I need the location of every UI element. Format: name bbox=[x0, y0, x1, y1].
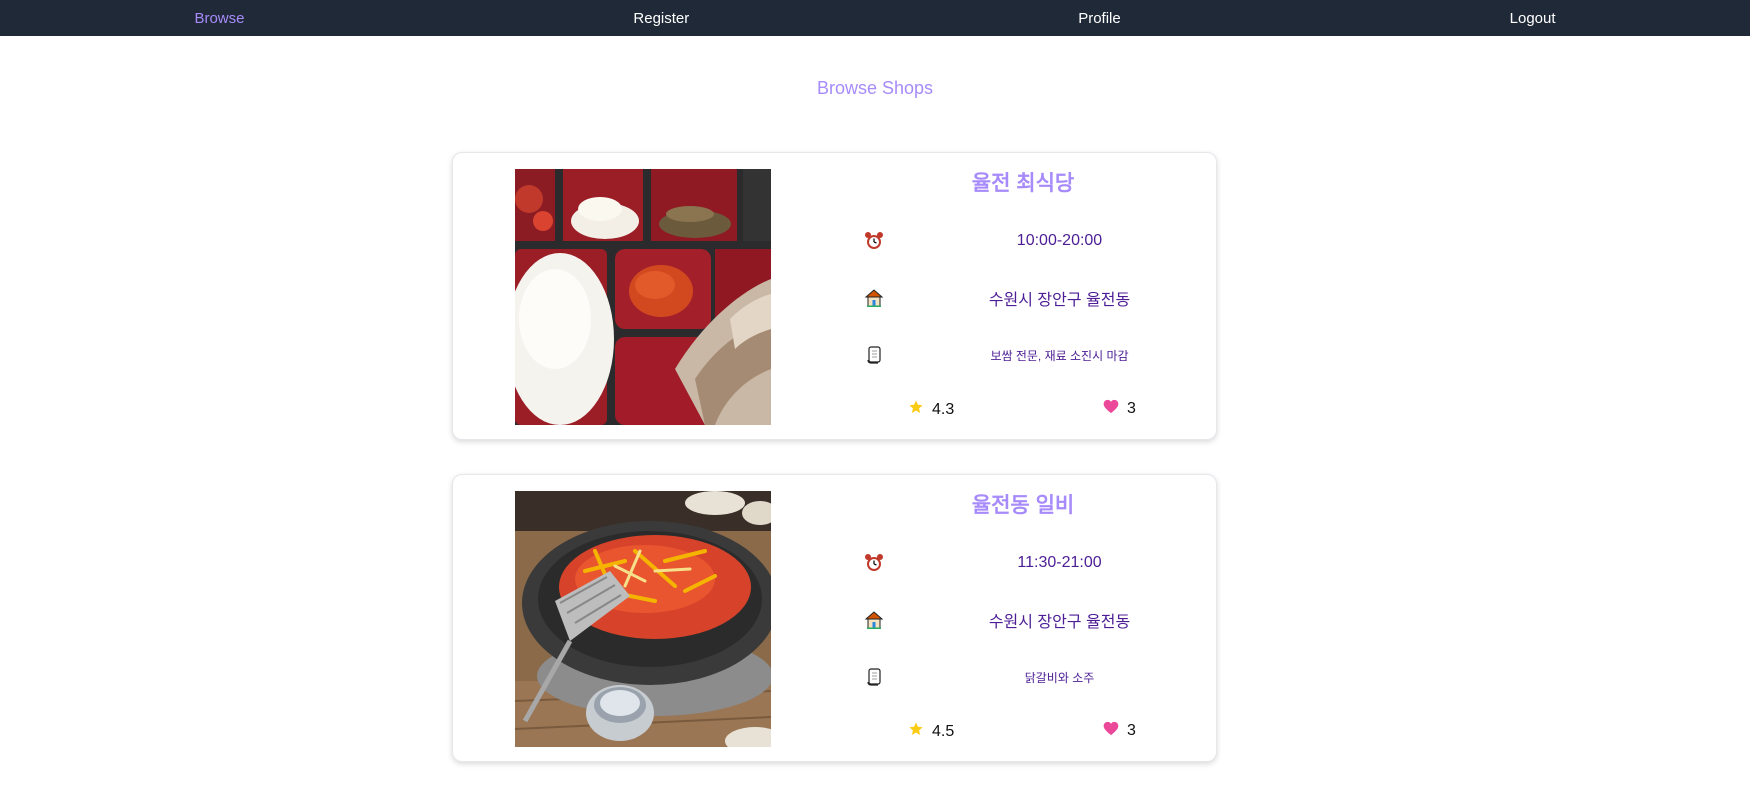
shop-info: 율전 최식당 10:00-20:00 수원시 장안구 율전동 보쌈 전문, 재료… bbox=[853, 153, 1193, 439]
shop-description-row: 닭갈비와 소주 bbox=[853, 665, 1193, 689]
nav-logout-link[interactable]: Logout bbox=[1510, 10, 1556, 27]
shop-description: 보쌈 전문, 재료 소진시 마감 bbox=[990, 348, 1129, 363]
shop-hours-row: 10:00-20:00 bbox=[853, 229, 1193, 253]
nav-browse-link[interactable]: Browse bbox=[194, 10, 244, 27]
shop-likes[interactable]: 3 bbox=[1103, 399, 1136, 419]
house-icon bbox=[862, 608, 886, 632]
shop-rating: 4.3 bbox=[908, 399, 954, 420]
likes-count: 3 bbox=[1127, 722, 1136, 739]
star-icon bbox=[908, 721, 924, 742]
shop-card[interactable]: 율전동 일비 11:30-21:00 수원시 장안구 율전동 닭갈비와 소주 4… bbox=[452, 474, 1217, 762]
likes-count: 3 bbox=[1127, 400, 1136, 417]
alarm-clock-icon bbox=[862, 551, 886, 575]
nav-profile-link[interactable]: Profile bbox=[1078, 10, 1121, 27]
shop-name[interactable]: 율전 최식당 bbox=[853, 167, 1193, 197]
rating-value: 4.3 bbox=[932, 400, 955, 418]
shop-address-row: 수원시 장안구 율전동 bbox=[853, 608, 1193, 632]
heart-icon[interactable] bbox=[1103, 399, 1119, 419]
shop-name[interactable]: 율전동 일비 bbox=[853, 489, 1193, 519]
shop-address: 수원시 장안구 율전동 bbox=[988, 292, 1131, 309]
rating-value: 4.5 bbox=[932, 722, 955, 740]
shop-address: 수원시 장안구 율전동 bbox=[988, 614, 1131, 631]
house-icon bbox=[862, 286, 886, 310]
top-navbar: Browse Register Profile Logout bbox=[0, 0, 1750, 36]
nav-register-link[interactable]: Register bbox=[633, 10, 689, 27]
shop-hours: 11:30-21:00 bbox=[1017, 554, 1102, 571]
shop-description: 닭갈비와 소주 bbox=[1024, 670, 1095, 685]
shop-card[interactable]: 율전 최식당 10:00-20:00 수원시 장안구 율전동 보쌈 전문, 재료… bbox=[452, 152, 1217, 440]
shop-hours-row: 11:30-21:00 bbox=[853, 551, 1193, 575]
shop-address-row: 수원시 장안구 율전동 bbox=[853, 286, 1193, 310]
scroll-icon bbox=[862, 343, 886, 367]
shop-stats: 4.3 3 bbox=[853, 399, 1193, 421]
shop-likes[interactable]: 3 bbox=[1103, 721, 1136, 741]
scroll-icon bbox=[862, 665, 886, 689]
shop-rating: 4.5 bbox=[908, 721, 954, 742]
shop-hours: 10:00-20:00 bbox=[1016, 232, 1103, 249]
shop-photo-bossam-lunchbox bbox=[515, 169, 771, 425]
shop-list: 율전 최식당 10:00-20:00 수원시 장안구 율전동 보쌈 전문, 재료… bbox=[452, 152, 1217, 796]
star-icon bbox=[908, 399, 924, 420]
shop-description-row: 보쌈 전문, 재료 소진시 마감 bbox=[853, 343, 1193, 367]
shop-photo-dakgalbi-pan bbox=[515, 491, 771, 747]
shop-stats: 4.5 3 bbox=[853, 721, 1193, 743]
alarm-clock-icon bbox=[862, 229, 886, 253]
page-title: Browse Shops bbox=[816, 78, 934, 98]
shop-info: 율전동 일비 11:30-21:00 수원시 장안구 율전동 닭갈비와 소주 4… bbox=[853, 475, 1193, 761]
heart-icon[interactable] bbox=[1103, 721, 1119, 741]
